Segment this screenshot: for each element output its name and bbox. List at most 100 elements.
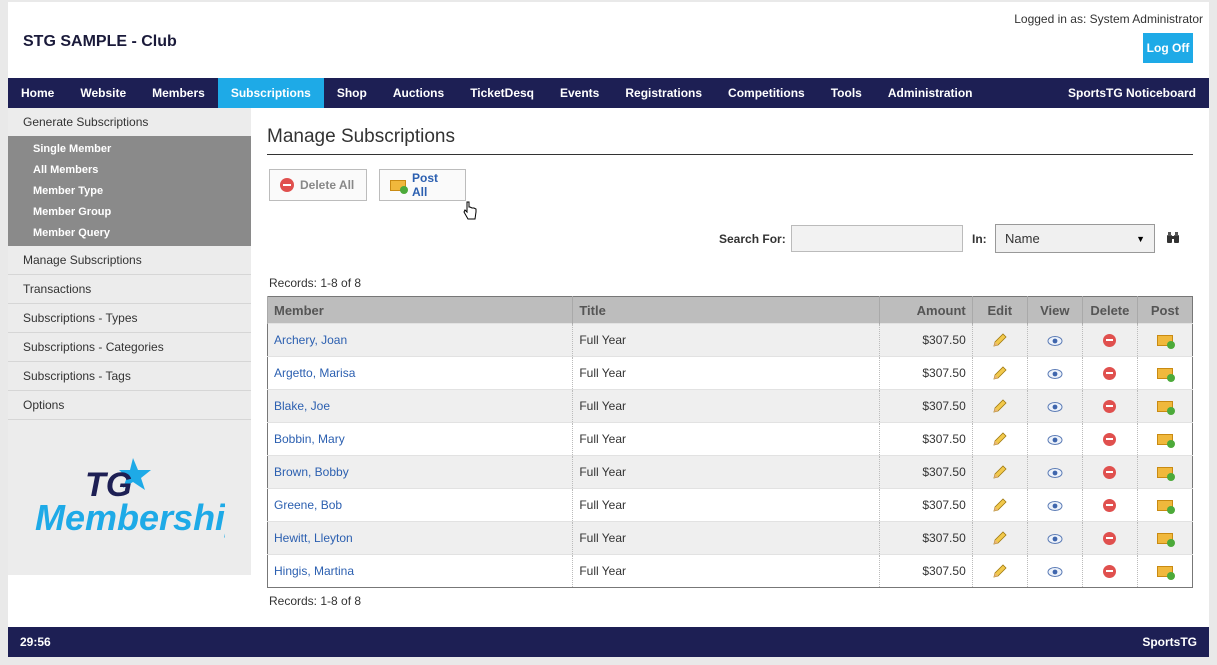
- delete-cell[interactable]: [1081, 323, 1138, 357]
- sidebar-item-subscription-categories[interactable]: Subscriptions - Categories: [8, 333, 251, 362]
- sidebar-item-generate-subscriptions[interactable]: Generate Subscriptions: [8, 108, 251, 136]
- search-input[interactable]: [791, 225, 963, 252]
- nav-website[interactable]: Website: [67, 78, 139, 108]
- sidebar-subitem-single-member[interactable]: Single Member: [8, 138, 251, 159]
- sidebar-item-subscription-tags[interactable]: Subscriptions - Tags: [8, 362, 251, 391]
- delete-cell[interactable]: [1081, 422, 1138, 456]
- delete-cell[interactable]: [1081, 488, 1138, 522]
- member-cell: Hewitt, Lleyton: [266, 521, 573, 555]
- post-cell[interactable]: [1136, 422, 1193, 456]
- sidebar-subitem-all-members[interactable]: All Members: [8, 159, 251, 180]
- edit-cell[interactable]: [971, 455, 1028, 489]
- sidebar-subitem-member-type[interactable]: Member Type: [8, 180, 251, 201]
- sidebar-item-options[interactable]: Options: [8, 391, 251, 420]
- search-field-selected: Name: [1005, 231, 1040, 246]
- pencil-icon: [993, 498, 1007, 512]
- sidebar-subitem-member-query[interactable]: Member Query: [8, 222, 251, 243]
- member-link[interactable]: Blake, Joe: [274, 399, 330, 413]
- edit-cell[interactable]: [971, 422, 1028, 456]
- delete-cell[interactable]: [1081, 521, 1138, 555]
- edit-cell[interactable]: [971, 488, 1028, 522]
- view-cell[interactable]: [1026, 455, 1083, 489]
- log-off-button[interactable]: Log Off: [1143, 33, 1193, 63]
- view-cell[interactable]: [1026, 422, 1083, 456]
- post-row-icon: [1156, 335, 1175, 350]
- sidebar-item-manage-subscriptions[interactable]: Manage Subscriptions: [8, 246, 251, 275]
- nav-competitions[interactable]: Competitions: [715, 78, 818, 108]
- edit-cell[interactable]: [971, 521, 1028, 555]
- post-cell[interactable]: [1136, 554, 1193, 588]
- delete-row-icon: [1103, 532, 1117, 546]
- table-row: Archery, Joan Full Year $307.50: [266, 323, 1193, 357]
- nav-administration[interactable]: Administration: [875, 78, 986, 108]
- nav-subscriptions[interactable]: Subscriptions: [217, 78, 324, 108]
- post-row-icon: [1156, 500, 1175, 515]
- view-cell[interactable]: [1026, 521, 1083, 555]
- sidebar-item-transactions[interactable]: Transactions: [8, 275, 251, 304]
- nav-ticketdesq[interactable]: TicketDesq: [457, 78, 547, 108]
- sidebar-subnav: Single Member All Members Member Type Me…: [8, 136, 251, 246]
- amount-cell: $307.50: [878, 455, 973, 489]
- nav-registrations[interactable]: Registrations: [612, 78, 715, 108]
- member-link[interactable]: Hingis, Martina: [274, 564, 354, 578]
- title-cell: Full Year: [572, 422, 880, 456]
- pencil-icon: [993, 399, 1007, 413]
- post-row-icon: [1156, 401, 1175, 416]
- post-cell[interactable]: [1136, 389, 1193, 423]
- member-link[interactable]: Bobbin, Mary: [274, 432, 345, 446]
- delete-icon: [280, 178, 294, 192]
- edit-cell[interactable]: [971, 323, 1028, 357]
- edit-cell[interactable]: [971, 389, 1028, 423]
- column-header-member[interactable]: Member: [266, 296, 573, 324]
- search-in-label: In:: [972, 232, 987, 246]
- edit-cell[interactable]: [971, 554, 1028, 588]
- nav-members[interactable]: Members: [139, 78, 218, 108]
- nav-events[interactable]: Events: [547, 78, 612, 108]
- column-header-amount[interactable]: Amount: [878, 296, 973, 324]
- nav-auctions[interactable]: Auctions: [380, 78, 457, 108]
- amount-cell: $307.50: [878, 554, 973, 588]
- search-field-select[interactable]: Name ▼: [995, 224, 1155, 253]
- post-row-icon: [1156, 566, 1175, 581]
- amount-cell: $307.50: [878, 389, 973, 423]
- table-row: Argetto, Marisa Full Year $307.50: [266, 356, 1193, 390]
- post-cell[interactable]: [1136, 488, 1193, 522]
- view-cell[interactable]: [1026, 389, 1083, 423]
- post-all-button[interactable]: Post All: [379, 169, 466, 201]
- binoculars-icon[interactable]: [1166, 232, 1180, 244]
- view-cell[interactable]: [1026, 356, 1083, 390]
- delete-row-icon: [1103, 334, 1117, 348]
- view-cell[interactable]: [1026, 323, 1083, 357]
- post-cell[interactable]: [1136, 521, 1193, 555]
- eye-icon: [1047, 566, 1063, 577]
- column-header-post: Post: [1136, 296, 1193, 324]
- sidebar-subitem-member-group[interactable]: Member Group: [8, 201, 251, 222]
- sidebar-item-subscription-types[interactable]: Subscriptions - Types: [8, 304, 251, 333]
- title-divider: [267, 154, 1193, 155]
- post-cell[interactable]: [1136, 455, 1193, 489]
- member-link[interactable]: Hewitt, Lleyton: [274, 531, 353, 545]
- pencil-icon: [993, 564, 1007, 578]
- column-header-title[interactable]: Title: [572, 296, 880, 324]
- post-cell[interactable]: [1136, 323, 1193, 357]
- delete-all-button[interactable]: Delete All: [269, 169, 367, 201]
- nav-shop[interactable]: Shop: [324, 78, 380, 108]
- nav-noticeboard[interactable]: SportsTG Noticeboard: [1055, 78, 1209, 108]
- delete-cell[interactable]: [1081, 455, 1138, 489]
- eye-icon: [1047, 401, 1063, 412]
- member-link[interactable]: Argetto, Marisa: [274, 366, 355, 380]
- nav-tools[interactable]: Tools: [818, 78, 875, 108]
- delete-cell[interactable]: [1081, 356, 1138, 390]
- member-link[interactable]: Greene, Bob: [274, 498, 342, 512]
- column-header-edit: Edit: [971, 296, 1028, 324]
- member-link[interactable]: Archery, Joan: [274, 333, 347, 347]
- view-cell[interactable]: [1026, 488, 1083, 522]
- column-header-view: View: [1026, 296, 1083, 324]
- delete-cell[interactable]: [1081, 389, 1138, 423]
- member-link[interactable]: Brown, Bobby: [274, 465, 349, 479]
- nav-home[interactable]: Home: [8, 78, 67, 108]
- post-cell[interactable]: [1136, 356, 1193, 390]
- view-cell[interactable]: [1026, 554, 1083, 588]
- delete-cell[interactable]: [1081, 554, 1138, 588]
- edit-cell[interactable]: [971, 356, 1028, 390]
